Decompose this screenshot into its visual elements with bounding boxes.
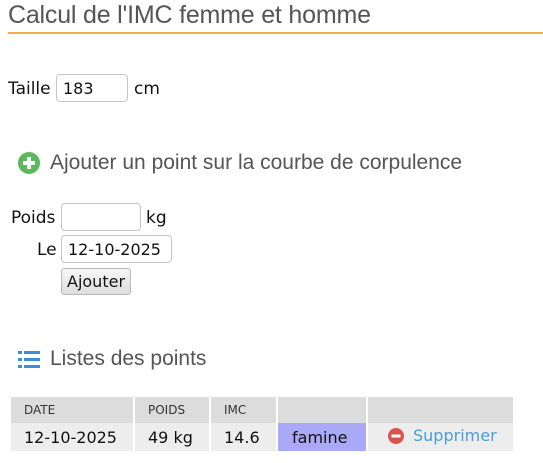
add-button[interactable]: Ajouter bbox=[61, 268, 132, 295]
points-list-title: Listes des points bbox=[50, 347, 207, 370]
points-table: DATE POIDS IMC 12-10-2025 49 kg 14.6 fam… bbox=[11, 397, 513, 451]
list-icon bbox=[18, 351, 40, 368]
height-input[interactable] bbox=[56, 74, 128, 102]
row-actions: Supprimer bbox=[367, 423, 513, 451]
height-label: Taille bbox=[8, 79, 51, 99]
weight-input[interactable] bbox=[61, 203, 141, 231]
delete-label: Supprimer bbox=[413, 426, 497, 446]
column-header-weight: POIDS bbox=[134, 397, 211, 423]
weight-unit: kg bbox=[146, 208, 167, 228]
date-label: Le bbox=[37, 240, 57, 260]
page-title: Calcul de l'IMC femme et homme bbox=[8, 0, 543, 34]
table-row: 12-10-2025 49 kg 14.6 famine Supprimer bbox=[11, 423, 513, 451]
row-weight: 49 kg bbox=[134, 423, 211, 451]
date-input[interactable] bbox=[61, 235, 172, 263]
column-header-category bbox=[277, 397, 368, 423]
minus-circle-icon bbox=[388, 427, 404, 444]
table-header-row: DATE POIDS IMC bbox=[11, 397, 513, 423]
delete-button[interactable]: Supprimer bbox=[388, 426, 497, 445]
points-list-heading: Listes des points bbox=[18, 346, 206, 372]
plus-circle-icon bbox=[18, 152, 40, 174]
column-header-bmi: IMC bbox=[210, 397, 278, 423]
height-unit: cm bbox=[134, 79, 160, 99]
row-category-badge: famine bbox=[277, 423, 368, 451]
column-header-date: DATE bbox=[11, 397, 135, 423]
column-header-actions bbox=[367, 397, 513, 423]
add-point-heading: Ajouter un point sur la courbe de corpul… bbox=[18, 150, 462, 176]
weight-label: Poids bbox=[11, 208, 56, 228]
row-bmi: 14.6 bbox=[210, 423, 278, 451]
row-date: 12-10-2025 bbox=[11, 423, 135, 451]
add-point-title: Ajouter un point sur la courbe de corpul… bbox=[50, 151, 463, 174]
